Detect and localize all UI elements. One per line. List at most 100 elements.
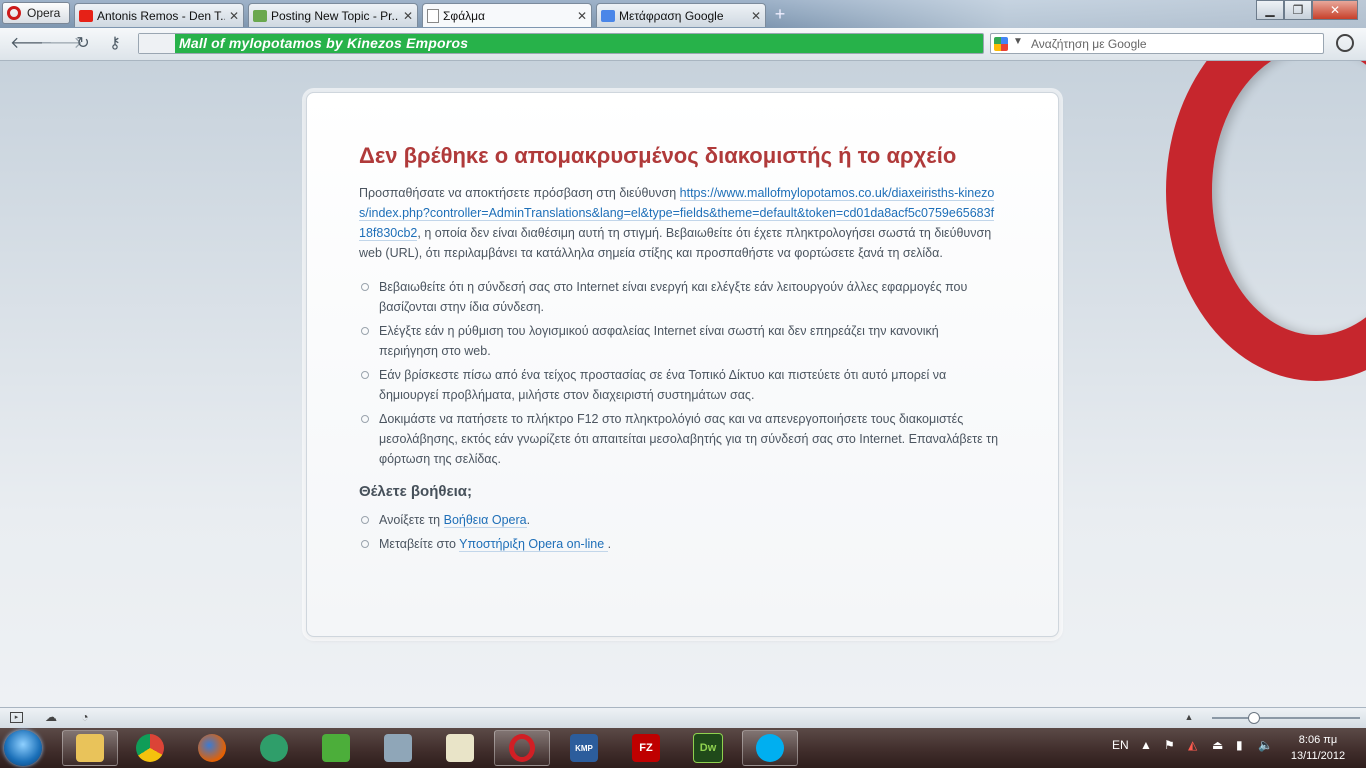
address-bar[interactable]: Mall of mylopotamos by Kinezos Emporos: [138, 33, 984, 54]
opera-taskbar-button[interactable]: [494, 730, 550, 766]
maximize-button[interactable]: ❐: [1284, 0, 1312, 20]
back-button[interactable]: 🡐: [10, 34, 53, 54]
panel-toggle-icon[interactable]: ▸: [10, 712, 23, 723]
action-center-flag-icon[interactable]: ⚑: [1164, 738, 1175, 752]
tip-text: Βεβαιωθείτε ότι η σύνδεσή σας στο Intern…: [379, 280, 968, 314]
minimize-button[interactable]: ▁: [1256, 0, 1284, 20]
list-item: Ελέγξτε εάν η ρύθμιση του λογισμικού ασφ…: [359, 321, 999, 361]
skype-button[interactable]: [742, 730, 798, 766]
zoom-slider-handle[interactable]: [1248, 712, 1260, 724]
filezilla-icon: FZ: [632, 734, 660, 762]
navigation-bar: 🡐 🡒 ↻ ⚷ Mall of mylopotamos by Kinezos E…: [0, 28, 1366, 61]
list-item: Ανοίξετε τη Βοήθεια Opera.: [359, 510, 999, 530]
forum-icon: [253, 9, 267, 22]
bullet-icon: [361, 516, 369, 524]
list-item: Εάν βρίσκεστε πίσω από ένα τείχος προστα…: [359, 365, 999, 405]
bullet-icon: [361, 283, 369, 291]
opera-menu-button[interactable]: Opera: [2, 2, 70, 24]
page-icon: [427, 8, 439, 23]
error-card: Δεν βρέθηκε ο απομακρυσμένος διακομιστής…: [306, 92, 1059, 637]
chrome-icon: [136, 734, 164, 762]
new-tab-button[interactable]: +: [770, 4, 790, 24]
chevron-down-icon[interactable]: ▼: [1013, 36, 1023, 47]
help-heading: Θέλετε βοήθεια;: [359, 483, 472, 500]
list-item: Δοκιμάστε να πατήσετε το πλήκτρο F12 στο…: [359, 409, 999, 469]
turbo-icon[interactable]: ◔: [78, 711, 92, 723]
address-text: Mall of mylopotamos by Kinezos Emporos: [179, 35, 469, 51]
language-indicator[interactable]: EN: [1112, 738, 1129, 752]
firefox-icon: [198, 734, 226, 762]
bullet-icon: [361, 415, 369, 423]
tab-title: Posting New Topic - Pr...: [271, 8, 399, 23]
youtube-icon: [79, 9, 93, 22]
chevron-up-icon[interactable]: ▲: [1140, 738, 1152, 752]
key-icon[interactable]: ⚷: [104, 34, 126, 54]
close-tab-icon[interactable]: ✕: [403, 9, 413, 23]
opera-help-link[interactable]: Βοήθεια Opera: [443, 513, 527, 528]
tab-google-translate[interactable]: Μετάφραση Google ✕: [596, 3, 766, 27]
tab-youtube[interactable]: Antonis Remos - Den T... ✕: [74, 3, 244, 27]
close-tab-icon[interactable]: ✕: [577, 9, 587, 23]
tab-posting-new-topic[interactable]: Posting New Topic - Pr... ✕: [248, 3, 418, 27]
help-text: .: [607, 537, 612, 551]
cloud-icon[interactable]: ☁: [44, 711, 58, 723]
volume-icon[interactable]: 🔈: [1258, 738, 1273, 752]
tab-title: Antonis Remos - Den T...: [97, 8, 225, 23]
tip-text: Ελέγξτε εάν η ρύθμιση του λογισμικού ασφ…: [379, 324, 939, 358]
glasses-app-button[interactable]: [246, 730, 302, 766]
shopping-bag-icon: [322, 734, 350, 762]
explorer-icon: [76, 734, 104, 762]
tab-title: Μετάφραση Google: [619, 8, 724, 23]
tab-bar: Opera Antonis Remos - Den T... ✕ Posting…: [0, 0, 1366, 28]
tip-text: Εάν βρίσκεστε πίσω από ένα τείχος προστα…: [379, 368, 947, 402]
chrome-button[interactable]: [122, 730, 178, 766]
firefox-button[interactable]: [184, 730, 240, 766]
antivirus-icon[interactable]: ◭: [1188, 738, 1197, 752]
explorer-button[interactable]: [62, 730, 118, 766]
chart-app-button[interactable]: [432, 730, 488, 766]
taskbar: KMP FZ Dw EN ▲ ⚑ ◭ ⏏ ▮ 🔈 8:06 πμ 13/11/2…: [0, 728, 1366, 768]
close-tab-icon[interactable]: ✕: [751, 9, 761, 23]
list-item: Βεβαιωθείτε ότι η σύνδεσή σας στο Intern…: [359, 277, 999, 317]
clock-time: 8:06 πμ: [1298, 734, 1338, 746]
network-icon[interactable]: ▮: [1236, 738, 1243, 752]
google-translate-icon: [601, 9, 615, 22]
dreamweaver-button[interactable]: Dw: [680, 730, 736, 766]
close-tab-icon[interactable]: ✕: [229, 9, 239, 23]
intro-text: Προσπαθήσατε να αποκτήσετε πρόσβαση στη …: [359, 186, 680, 200]
kmplayer-button[interactable]: KMP: [556, 730, 612, 766]
help-list: Ανοίξετε τη Βοήθεια Opera. Μεταβείτε στο…: [359, 510, 999, 554]
start-button[interactable]: [4, 730, 42, 766]
status-bar: ▸ ☁ ◔ ▲: [0, 707, 1366, 728]
photo-icon: [384, 734, 412, 762]
close-window-button[interactable]: ✕: [1312, 0, 1358, 20]
opera-logo-icon: [7, 6, 21, 20]
chevron-up-icon[interactable]: ▲: [1182, 711, 1196, 723]
reload-button[interactable]: ↻: [72, 34, 94, 54]
page-content: Δεν βρέθηκε ο απομακρυσμένος διακομιστής…: [0, 61, 1366, 707]
system-clock[interactable]: 8:06 πμ 13/11/2012: [1280, 732, 1356, 764]
clock-date: 13/11/2012: [1290, 750, 1346, 762]
opera-icon: [509, 734, 535, 762]
dreamweaver-icon: Dw: [693, 733, 723, 763]
forward-button[interactable]: 🡒: [40, 34, 83, 54]
list-item: Μεταβείτε στο Υποστήριξη Opera on-line .: [359, 534, 999, 554]
usb-device-icon[interactable]: ⏏: [1212, 738, 1223, 752]
opera-support-link[interactable]: Υποστήριξη Opera on-line: [459, 537, 608, 552]
intro-text-after: , η οποία δεν είναι διαθέσιμη αυτή τη στ…: [359, 226, 992, 260]
error-description: Προσπαθήσατε να αποκτήσετε πρόσβαση στη …: [359, 183, 999, 263]
tip-text: Δοκιμάστε να πατήσετε το πλήκτρο F12 στο…: [379, 412, 999, 466]
shopping-app-button[interactable]: [308, 730, 364, 766]
bullet-icon: [361, 540, 369, 548]
photo-app-button[interactable]: [370, 730, 426, 766]
filezilla-button[interactable]: FZ: [618, 730, 674, 766]
speed-dial-icon[interactable]: [1336, 34, 1354, 52]
tab-error[interactable]: Σφάλμα ✕: [422, 3, 592, 27]
search-box[interactable]: ▼ Αναζήτηση με Google: [990, 33, 1324, 54]
glasses-icon: [260, 734, 288, 762]
tab-title: Σφάλμα: [443, 8, 485, 23]
address-bar-badge: [139, 34, 175, 53]
help-text: .: [526, 513, 531, 527]
zoom-slider[interactable]: [1212, 717, 1360, 719]
bullet-icon: [361, 327, 369, 335]
